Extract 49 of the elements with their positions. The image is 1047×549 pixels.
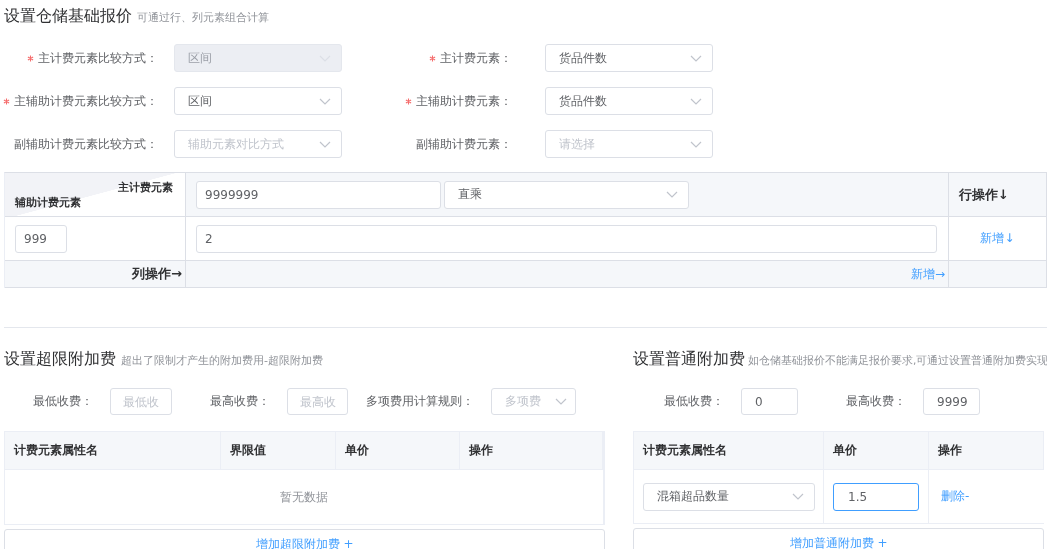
input-field[interactable]: 999 <box>15 224 67 253</box>
dropdown[interactable]: 混箱超品数量 <box>643 482 815 511</box>
section-subtitle: 超出了限制才产生的附加费用-超限附加费 <box>121 353 323 368</box>
field-label: 多项费用计算规则： <box>365 393 474 410</box>
section-title: 设置仓储基础报价 <box>4 6 132 27</box>
row-header: 列操作→ <box>132 265 182 283</box>
section-subtitle: 可通过行、列元素组合计算 <box>137 10 269 25</box>
input-field[interactable]: 最高收 <box>287 388 348 415</box>
column-header: 行操作↓ <box>959 185 1009 204</box>
column-header: 操作 <box>938 442 962 459</box>
row-header: 辅助计费元素 <box>15 195 81 210</box>
empty-message: 暂无数据 <box>280 488 328 506</box>
chevron-icon <box>690 140 702 148</box>
field-label: 主辅助计费元素： <box>416 92 512 110</box>
dropdown[interactable]: 直乘 <box>444 180 689 209</box>
input-field[interactable]: 9999 <box>923 388 980 415</box>
section-title: 设置超限附加费 <box>4 349 116 370</box>
chevron-icon <box>555 398 567 405</box>
field-label: 副辅助计费元素： <box>416 135 512 153</box>
column-header: 主计费元素 <box>118 180 173 195</box>
chevron-icon <box>319 97 331 105</box>
dropdown[interactable]: 货品件数 <box>545 44 713 72</box>
field-label: 最高收费： <box>209 393 270 410</box>
column-header: 单价 <box>833 442 857 459</box>
field-label: 最低收费： <box>32 393 93 410</box>
input-field[interactable]: 9999999 <box>196 180 441 209</box>
input-field[interactable]: 最低收 <box>110 388 172 415</box>
input-field[interactable]: 1.5 <box>833 482 919 511</box>
field-label: 主辅助计费元素比较方式： <box>14 92 158 110</box>
field-label: 副辅助计费元素比较方式： <box>14 135 158 153</box>
chevron-icon <box>792 493 804 500</box>
column-header: 单价 <box>345 442 369 459</box>
column-header: 计费元素属性名 <box>14 442 98 459</box>
dropdown[interactable]: 货品件数 <box>545 87 713 115</box>
chevron-icon <box>319 140 331 148</box>
section-title: 设置普通附加费 <box>633 349 745 370</box>
field-label: 最高收费： <box>845 393 906 410</box>
field-label: 主计费元素比较方式： <box>38 49 158 67</box>
chevron-icon <box>666 191 678 198</box>
field-label: 主计费元素： <box>440 49 512 67</box>
dropdown[interactable]: 区间 <box>174 87 342 115</box>
column-header: 操作 <box>469 442 493 459</box>
input-field[interactable]: 2 <box>196 224 937 253</box>
column-header: 计费元素属性名 <box>643 442 727 459</box>
chevron-icon <box>690 97 702 105</box>
field-label: 最低收费： <box>663 393 724 410</box>
input-field[interactable]: 0 <box>741 388 798 415</box>
column-header: 界限值 <box>230 442 266 459</box>
chevron-icon <box>690 54 702 62</box>
